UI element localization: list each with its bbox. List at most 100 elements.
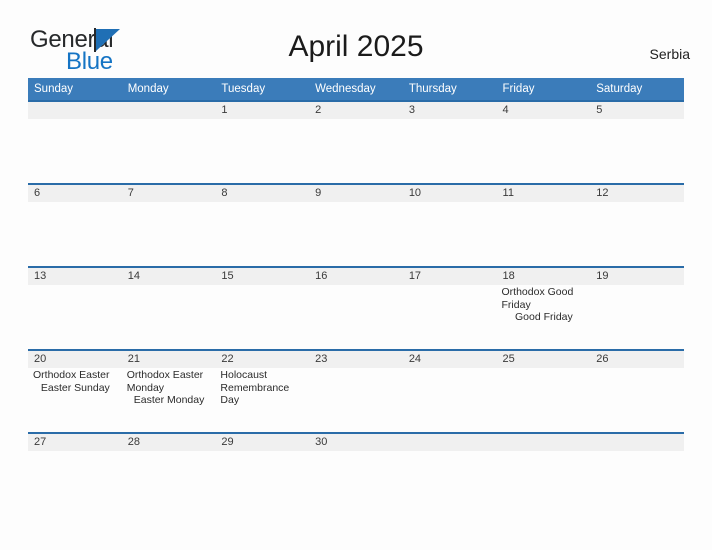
calendar-empty-cell <box>590 432 684 460</box>
event-label: Holocaust Remembrance Day <box>220 369 290 406</box>
calendar-day-cell[interactable]: 24 <box>402 349 497 433</box>
calendar-week-row: 27 28 29 30 <box>28 432 684 460</box>
weekday-header-tuesday: Tuesday <box>215 78 310 101</box>
calendar-day-cell[interactable]: 11 <box>496 183 591 267</box>
day-number: 30 <box>309 434 403 451</box>
calendar-day-cell[interactable]: 29 <box>215 432 310 460</box>
day-events: Orthodox Easter Easter Sunday <box>28 368 122 394</box>
day-events: Orthodox Good Friday Good Friday <box>497 285 591 324</box>
calendar-empty-cell <box>121 100 216 184</box>
day-number: 1 <box>215 102 310 119</box>
day-number: 23 <box>309 351 403 368</box>
calendar-head: Sunday Monday Tuesday Wednesday Thursday Frid… <box>28 78 684 101</box>
day-number: 14 <box>121 268 216 285</box>
weekday-header-thursday: Thursday <box>402 78 497 101</box>
day-number: 16 <box>309 268 403 285</box>
day-number: 13 <box>28 268 122 285</box>
calendar-day-cell[interactable]: 23 <box>309 349 403 433</box>
day-number: 22 <box>215 351 310 368</box>
calendar-day-cell[interactable]: 22 Holocaust Remembrance Day <box>215 349 310 433</box>
calendar-body: 1 2 3 4 5 6 7 8 9 10 11 12 13 14 15 16 17 18 Orthodox Good… <box>28 100 684 460</box>
calendar-table: Sunday Monday Tuesday Wednesday Thursday Frid… <box>28 78 684 460</box>
calendar-day-cell[interactable]: 27 <box>28 432 122 460</box>
calendar-day-cell[interactable]: 9 <box>309 183 403 267</box>
calendar-day-cell[interactable]: 21 Orthodox Easter Monday Easter Monday <box>121 349 216 433</box>
calendar-week-row: 12345 <box>28 100 684 184</box>
day-number: 25 <box>496 351 591 368</box>
calendar-empty-cell <box>496 432 591 460</box>
day-number: 20 <box>28 351 122 368</box>
calendar-week-row: 6 7 8 9 10 11 12 <box>28 183 684 267</box>
calendar-day-cell[interactable]: 12 <box>590 183 684 267</box>
calendar-day-cell[interactable]: 8 <box>215 183 310 267</box>
day-number: 21 <box>121 351 216 368</box>
calendar-day-cell[interactable]: 25 <box>496 349 591 433</box>
calendar-day-cell[interactable]: 6 <box>28 183 122 267</box>
weekday-header-wednesday: Wednesday <box>309 78 403 101</box>
day-number: 24 <box>402 351 497 368</box>
calendar-day-cell[interactable]: 3 <box>402 100 497 184</box>
calendar-day-cell[interactable]: 20 Orthodox Easter Easter Sunday <box>28 349 122 433</box>
weekday-header-saturday: Saturday <box>590 78 684 101</box>
day-number: 28 <box>121 434 216 451</box>
calendar-day-cell[interactable]: 5 <box>590 100 684 184</box>
day-number <box>28 102 122 119</box>
day-number: 10 <box>402 185 497 202</box>
calendar-grid: Sunday Monday Tuesday Wednesday Thursday Frid… <box>28 78 684 460</box>
calendar-day-cell[interactable]: 1 <box>215 100 310 184</box>
day-number <box>402 434 497 451</box>
day-number <box>590 434 684 451</box>
calendar-day-cell[interactable]: 19 <box>590 266 684 350</box>
calendar-day-cell[interactable]: 16 <box>309 266 403 350</box>
calendar-week-row: 13 14 15 16 17 18 Orthodox Good Friday Good Fri… <box>28 266 684 350</box>
day-number: 12 <box>590 185 684 202</box>
day-events: Holocaust Remembrance Day <box>215 368 309 407</box>
event-label: Easter Sunday <box>40 381 110 394</box>
day-number: 5 <box>590 102 684 119</box>
calendar-day-cell[interactable]: 18 Orthodox Good Friday Good Friday <box>496 266 591 350</box>
page-title: April 2025 <box>288 30 424 63</box>
page-header: General Blue April 2025 Serbia <box>0 0 712 75</box>
calendar-day-cell[interactable]: 7 <box>121 183 216 267</box>
calendar-day-cell[interactable]: 30 <box>309 432 403 460</box>
event-label: Orthodox Easter Monday <box>126 369 204 394</box>
day-events: Orthodox Easter Monday Easter Monday <box>122 368 216 407</box>
day-number <box>496 434 591 451</box>
day-number: 27 <box>28 434 122 451</box>
weekday-header-monday: Monday <box>121 78 216 101</box>
calendar-day-cell[interactable]: 28 <box>121 432 216 460</box>
day-number: 2 <box>309 102 403 119</box>
day-number: 4 <box>496 102 591 119</box>
day-number: 15 <box>215 268 310 285</box>
day-number: 7 <box>121 185 216 202</box>
weekday-header-friday: Friday <box>496 78 591 101</box>
event-label: Orthodox Easter <box>33 369 110 381</box>
day-number: 17 <box>402 268 497 285</box>
day-number <box>121 102 216 119</box>
calendar-day-cell[interactable]: 10 <box>402 183 497 267</box>
calendar-day-cell[interactable]: 14 <box>121 266 216 350</box>
day-number: 6 <box>28 185 122 202</box>
calendar-day-cell[interactable]: 13 <box>28 266 122 350</box>
weekday-header-sunday: Sunday <box>28 78 122 101</box>
calendar-empty-cell <box>402 432 497 460</box>
calendar-day-cell[interactable]: 26 <box>590 349 684 433</box>
calendar-empty-cell <box>28 100 122 184</box>
day-number: 9 <box>309 185 403 202</box>
day-number: 26 <box>590 351 684 368</box>
weekday-header-row: Sunday Monday Tuesday Wednesday Thursday Frid… <box>28 78 684 101</box>
day-number: 18 <box>496 268 591 285</box>
calendar-day-cell[interactable]: 15 <box>215 266 310 350</box>
event-label: Orthodox Good Friday <box>501 286 574 311</box>
calendar-day-cell[interactable]: 2 <box>309 100 403 184</box>
event-label: Easter Monday <box>133 394 205 406</box>
country-label: Serbia <box>649 46 690 62</box>
day-number: 11 <box>496 185 591 202</box>
calendar-day-cell[interactable]: 17 <box>402 266 497 350</box>
event-label: Good Friday <box>514 311 573 323</box>
calendar-day-cell[interactable]: 4 <box>496 100 591 184</box>
day-number: 19 <box>590 268 684 285</box>
day-number: 8 <box>215 185 310 202</box>
day-number: 29 <box>215 434 310 451</box>
day-number: 3 <box>402 102 497 119</box>
